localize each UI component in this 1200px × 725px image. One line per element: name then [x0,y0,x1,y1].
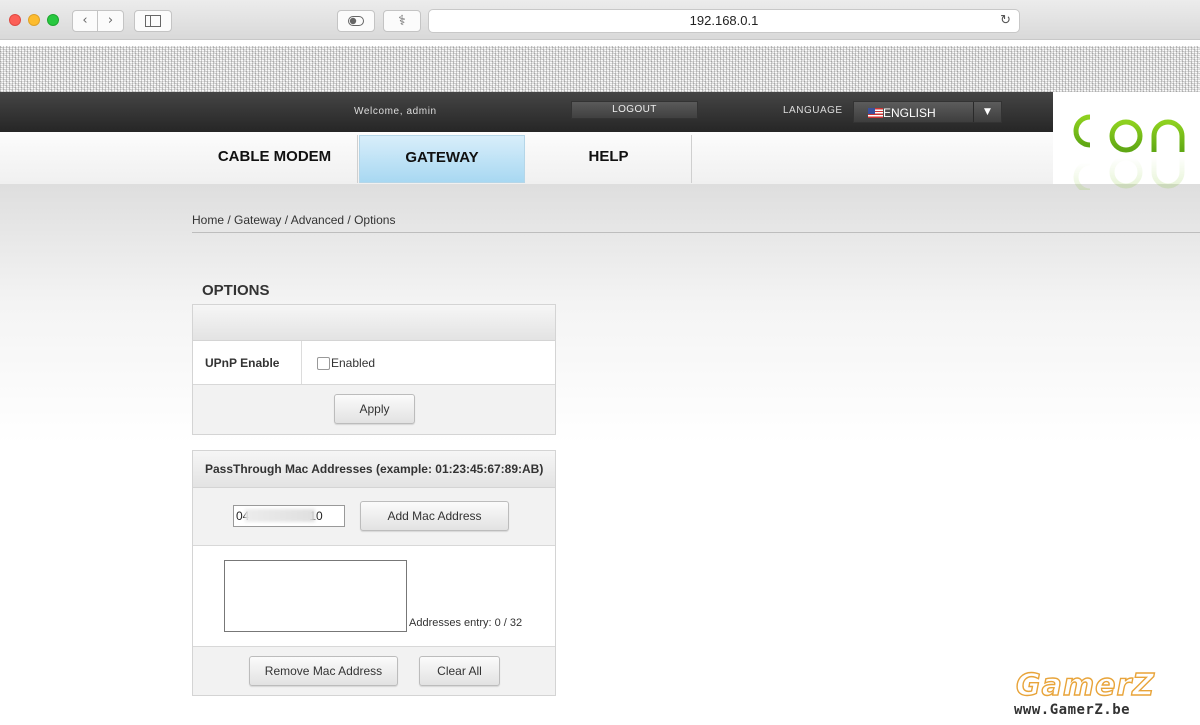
privacy-button[interactable] [337,10,375,32]
chevron-down-icon[interactable]: ▼ [973,102,1001,122]
breadcrumb-divider [192,232,1200,233]
mac-input-row: Add Mac Address [193,488,555,546]
watermark: GamerZ www.GamerZ.be [1012,667,1192,720]
chevron-right-icon: › [107,13,114,28]
passthrough-panel-header: PassThrough Mac Addresses (example: 01:2… [193,451,555,488]
remove-mac-address-button[interactable]: Remove Mac Address [249,656,398,686]
browser-toolbar: ‹ › ⚕ 192.168.0.1 ↻ [0,0,1200,40]
page-title: OPTIONS [202,282,270,299]
page-background [0,184,1200,725]
extension-icon: ⚕ [398,13,406,29]
mac-actions-row: Remove Mac Address Clear All [193,647,555,695]
blurred-banner [0,40,1200,92]
toggle-icon [348,16,364,26]
add-mac-address-button[interactable]: Add Mac Address [360,501,509,531]
cbn-logo [1073,106,1185,190]
forward-button[interactable]: › [98,10,124,32]
upnp-row: UPnP Enable Enabled [193,341,555,385]
close-window-icon[interactable] [9,14,21,26]
column-divider [301,341,302,384]
mac-address-list[interactable] [224,560,407,632]
reload-icon[interactable]: ↻ [1000,10,1011,32]
sidebar-toggle-button[interactable] [134,10,172,32]
chevron-left-icon: ‹ [82,13,88,28]
upnp-label: UPnP Enable [205,356,280,370]
tab-help[interactable]: HELP [526,135,692,183]
minimize-window-icon[interactable] [28,14,40,26]
apply-row: Apply [193,385,555,434]
address-text: 192.168.0.1 [689,13,759,28]
address-entry-count: Addresses entry: 0 / 32 [409,617,523,629]
welcome-text: Welcome, admin [354,106,437,117]
passthrough-panel: PassThrough Mac Addresses (example: 01:2… [192,450,556,696]
upnp-checkbox[interactable] [317,357,330,370]
sidebar-icon [145,15,161,27]
options-panel: UPnP Enable Enabled Apply [192,304,556,435]
back-button[interactable]: ‹ [72,10,98,32]
main-nav: CABLE MODEM GATEWAY HELP [0,132,1053,184]
tab-cable-modem[interactable]: CABLE MODEM [192,135,358,183]
breadcrumb: Home / Gateway / Advanced / Options [192,213,396,227]
mac-list-row: Addresses entry: 0 / 32 [193,546,555,647]
tab-gateway[interactable]: GATEWAY [359,135,525,183]
clear-all-button[interactable]: Clear All [419,656,500,686]
us-flag-icon [868,108,883,118]
language-label: LANGUAGE [783,105,843,116]
top-bar: Welcome, admin LOGOUT LANGUAGE ENGLISH ▼ [0,92,1053,132]
extension-button[interactable]: ⚕ [383,10,421,32]
logout-button[interactable]: LOGOUT [571,101,698,119]
watermark-url: www.GamerZ.be [1014,702,1131,718]
language-select[interactable]: ENGLISH ▼ [853,101,1002,123]
watermark-name: GamerZ [1015,667,1156,703]
zoom-window-icon[interactable] [47,14,59,26]
mac-address-input[interactable] [233,505,345,527]
language-value: ENGLISH [883,106,936,120]
upnp-checkbox-label[interactable]: Enabled [331,356,375,370]
address-bar[interactable]: 192.168.0.1 ↻ [428,9,1020,33]
apply-button[interactable]: Apply [334,394,415,424]
options-panel-header [193,305,555,341]
